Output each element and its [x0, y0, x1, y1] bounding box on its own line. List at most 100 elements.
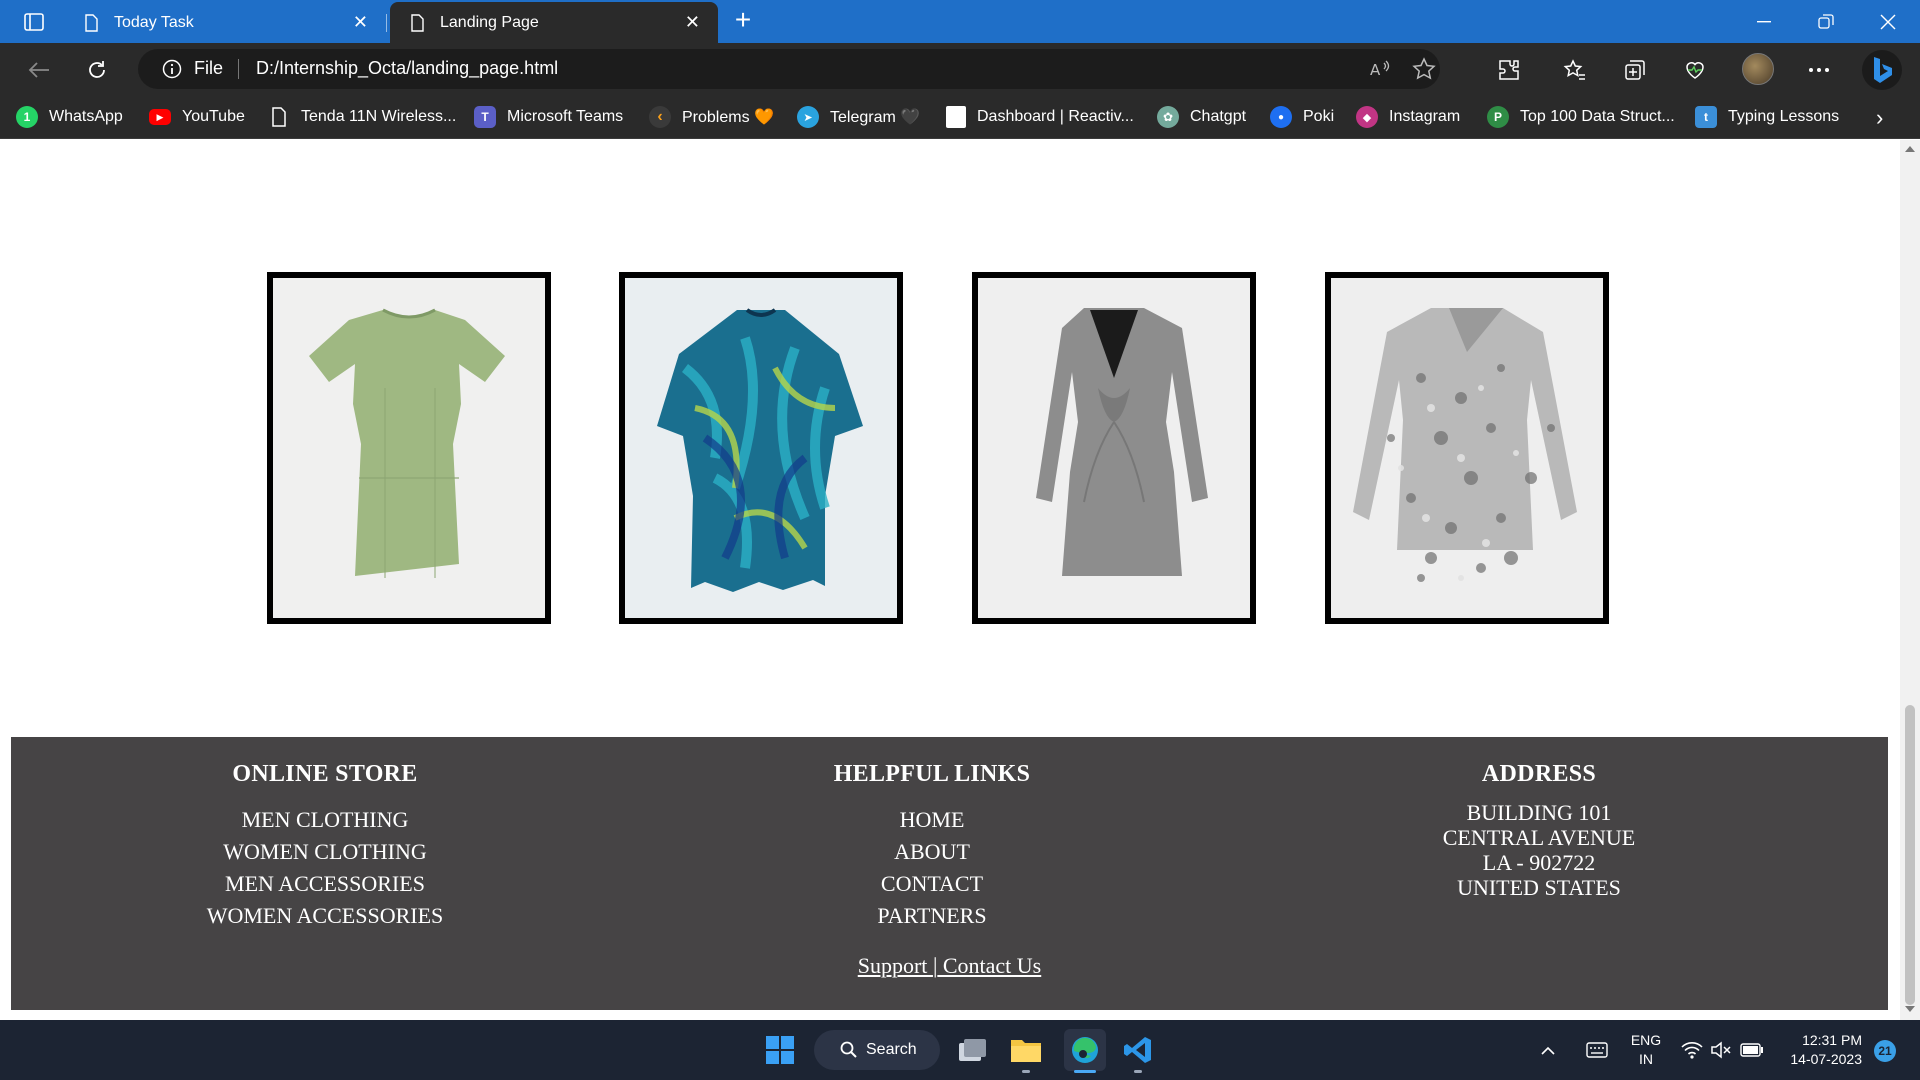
footer-link-women-accessories[interactable]: WOMEN ACCESSORIES: [75, 900, 575, 932]
favorite-teams[interactable]: T Microsoft Teams: [474, 104, 623, 130]
scroll-down-icon[interactable]: [1905, 1006, 1915, 1012]
notification-badge[interactable]: 21: [1874, 1040, 1896, 1062]
volume-muted-icon[interactable]: [1708, 1032, 1734, 1068]
clock[interactable]: 12:31 PM 14-07-2023: [1778, 1031, 1862, 1069]
address-bar[interactable]: File D:/Internship_Octa/landing_page.htm…: [138, 49, 1440, 89]
favorite-tenda[interactable]: Tenda 11N Wireless...: [268, 104, 456, 130]
close-icon[interactable]: ✕: [353, 12, 368, 33]
language-code: ENG: [1630, 1032, 1662, 1048]
footer-heading: HELPFUL LINKS: [833, 761, 1031, 787]
instagram-icon: ◆: [1356, 106, 1378, 128]
favorite-dashboard[interactable]: Dashboard | Reactiv...: [946, 104, 1134, 130]
favorite-typing-lessons[interactable]: t Typing Lessons: [1695, 104, 1839, 130]
footer-link-about[interactable]: ABOUT: [682, 836, 1182, 868]
product-card-grey-dress[interactable]: [972, 272, 1256, 624]
support-link[interactable]: Support: [858, 953, 933, 978]
favorite-label: WhatsApp: [49, 108, 123, 125]
whatsapp-icon: 1: [16, 106, 38, 128]
windows-taskbar: Search ENG IN 12:31 PM 14-07-2023 21: [0, 1020, 1920, 1080]
favorite-label: YouTube: [182, 108, 245, 125]
vertical-scrollbar[interactable]: [1900, 140, 1920, 1020]
search-label: Search: [866, 1041, 917, 1058]
footer-heading: ADDRESS: [1481, 761, 1597, 787]
footer-helpful-links: HELPFUL LINKS HOME ABOUT CONTACT PARTNER…: [682, 761, 1182, 932]
bing-copilot-icon[interactable]: [1862, 50, 1902, 90]
product-card-green-dress[interactable]: [267, 272, 551, 624]
taskbar-search[interactable]: Search: [814, 1030, 940, 1070]
favorite-label: Instagram: [1389, 108, 1461, 125]
footer-link-men-accessories[interactable]: MEN ACCESSORIES: [75, 868, 575, 900]
favorites-bar: 1 WhatsApp ▶ YouTube Tenda 11N Wireless.…: [0, 95, 1920, 139]
close-icon[interactable]: ✕: [685, 12, 700, 33]
address-line: CENTRAL AVENUE: [1442, 825, 1636, 850]
favorites-icon[interactable]: [1560, 55, 1590, 85]
more-options-icon[interactable]: [1804, 55, 1834, 85]
scrollbar-thumb[interactable]: [1905, 705, 1915, 1005]
favorite-label: Problems 🧡: [682, 109, 774, 126]
chevron-right-icon[interactable]: ›: [1876, 105, 1883, 131]
profile-avatar[interactable]: [1742, 53, 1774, 85]
favorite-label: Top 100 Data Struct...: [1520, 108, 1675, 125]
task-view-icon[interactable]: [954, 1032, 990, 1068]
favorite-poki[interactable]: ● Poki: [1270, 104, 1334, 130]
product-image: [625, 278, 897, 618]
restore-icon[interactable]: [1796, 0, 1856, 43]
info-icon[interactable]: [162, 59, 182, 79]
browser-essentials-icon[interactable]: [1680, 55, 1710, 85]
favorite-telegram[interactable]: ➤ Telegram 🖤: [797, 104, 920, 130]
tab-today-task[interactable]: Today Task ✕: [64, 2, 386, 43]
address-line: LA - 902722: [1482, 850, 1596, 875]
close-window-icon[interactable]: [1858, 0, 1918, 43]
footer-link-men-clothing[interactable]: MEN CLOTHING: [75, 804, 575, 836]
favorite-chatgpt[interactable]: ✿ Chatgpt: [1157, 104, 1246, 130]
footer-link-contact[interactable]: CONTACT: [682, 868, 1182, 900]
url-text[interactable]: D:/Internship_Octa/landing_page.html: [256, 58, 558, 79]
page-icon: [272, 107, 286, 127]
favorite-youtube[interactable]: ▶ YouTube: [149, 104, 245, 130]
refresh-icon[interactable]: [80, 53, 114, 87]
keyboard-icon[interactable]: [1584, 1032, 1610, 1068]
favorite-star-icon[interactable]: [1412, 57, 1436, 81]
collections-icon[interactable]: [1620, 55, 1650, 85]
typing-icon: t: [1695, 106, 1717, 128]
file-explorer-icon[interactable]: [1008, 1032, 1044, 1068]
product-image: [1331, 278, 1603, 618]
footer-link-partners[interactable]: PARTNERS: [682, 900, 1182, 932]
url-scheme-label: File: [194, 58, 224, 78]
favorite-problems[interactable]: ‹ Problems 🧡: [649, 104, 774, 130]
favorite-label: Telegram 🖤: [830, 109, 921, 126]
back-icon[interactable]: [22, 53, 56, 87]
poki-icon: ●: [1270, 106, 1292, 128]
chevron-up-icon[interactable]: [1538, 1032, 1558, 1068]
tab-title: Today Task: [114, 13, 194, 31]
favorite-label: Poki: [1303, 108, 1335, 125]
battery-icon[interactable]: [1738, 1032, 1766, 1068]
gfg-icon: P: [1487, 106, 1509, 128]
footer-link-women-clothing[interactable]: WOMEN CLOTHING: [75, 836, 575, 868]
new-tab-icon[interactable]: +: [728, 6, 758, 36]
product-card-kaftan[interactable]: [619, 272, 903, 624]
favorite-instagram[interactable]: ◆ Instagram: [1356, 104, 1460, 130]
contact-us-link[interactable]: Contact Us: [937, 953, 1041, 978]
favorite-label: Dashboard | Reactiv...: [977, 108, 1134, 125]
language-indicator[interactable]: ENG IN: [1628, 1031, 1664, 1069]
extensions-icon[interactable]: [1494, 55, 1524, 85]
edge-browser-icon[interactable]: [1064, 1029, 1106, 1071]
favorite-whatsapp[interactable]: 1 WhatsApp: [16, 104, 123, 130]
footer-support-links: Support | Contact Us: [11, 953, 1888, 979]
page-viewport: ONLINE STORE MEN CLOTHING WOMEN CLOTHING…: [0, 140, 1900, 1020]
product-card-sequin-dress[interactable]: [1325, 272, 1609, 624]
windows-start-icon[interactable]: [762, 1032, 798, 1068]
vscode-icon[interactable]: [1120, 1032, 1156, 1068]
footer-link-home[interactable]: HOME: [682, 804, 1182, 836]
tab-landing-page[interactable]: Landing Page ✕: [390, 2, 718, 43]
read-aloud-icon[interactable]: A: [1368, 57, 1392, 81]
scroll-up-icon[interactable]: [1905, 146, 1915, 152]
minimize-icon[interactable]: [1734, 0, 1794, 43]
wifi-icon[interactable]: [1678, 1032, 1706, 1068]
tab-actions-icon[interactable]: [14, 8, 54, 36]
svg-text:A: A: [1370, 61, 1381, 79]
favorite-label: Microsoft Teams: [507, 108, 624, 125]
favorite-label: Typing Lessons: [1728, 108, 1840, 125]
favorite-top100[interactable]: P Top 100 Data Struct...: [1487, 104, 1675, 130]
